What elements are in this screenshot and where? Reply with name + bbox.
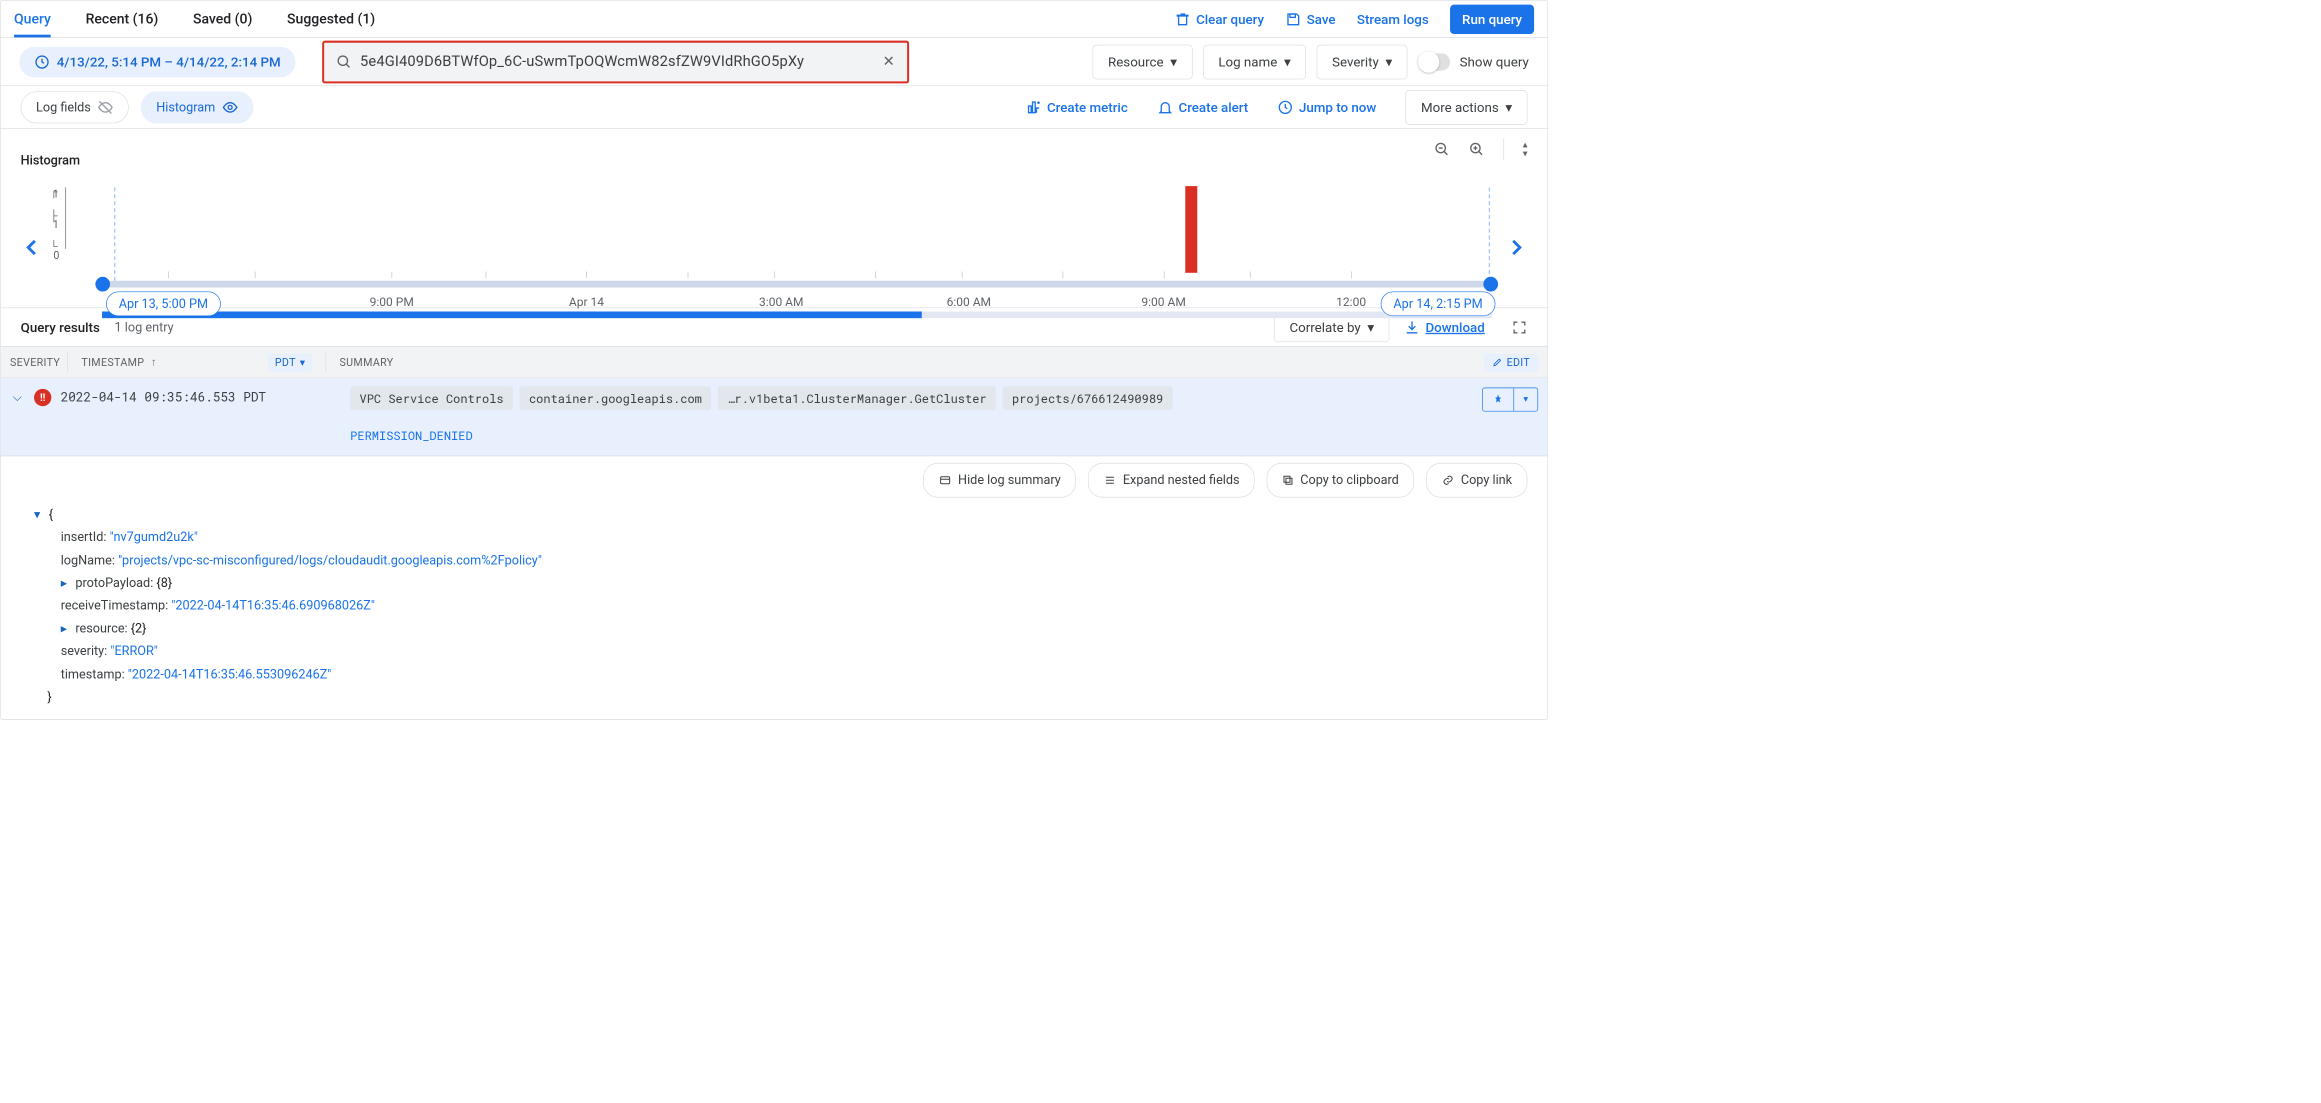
fullscreen-icon[interactable]: [1511, 319, 1527, 335]
download-button[interactable]: Download: [1404, 319, 1485, 335]
row-summary: VPC Service Controls container.googleapi…: [350, 386, 1473, 447]
time-range-chip[interactable]: 4/13/22, 5:14 PM – 4/14/22, 2:14 PM: [19, 46, 295, 77]
caret-down-icon[interactable]: ▾: [34, 503, 43, 526]
range-start-chip[interactable]: Apr 13, 5:00 PM: [106, 291, 221, 316]
chevron-down-icon: ▾: [1514, 388, 1537, 411]
log-fields-chip[interactable]: Log fields: [21, 91, 129, 123]
download-icon: [1404, 319, 1420, 335]
zoom-in-icon[interactable]: [1469, 141, 1485, 157]
tab-recent[interactable]: Recent (16): [86, 1, 159, 38]
query-bar: 4/13/22, 5:14 PM – 4/14/22, 2:14 PM ✕ Re…: [1, 38, 1548, 86]
clear-search-icon[interactable]: ✕: [875, 53, 903, 70]
log-row[interactable]: ⌵ !! 2022-04-14 09:35:46.553 PDT VPC Ser…: [1, 378, 1548, 456]
timezone-chip[interactable]: PDT ▾: [268, 353, 312, 371]
search-input[interactable]: [360, 53, 875, 70]
stream-logs-button[interactable]: Stream logs: [1357, 11, 1429, 27]
run-query-button[interactable]: Run query: [1450, 4, 1534, 33]
summary-chip[interactable]: container.googleapis.com: [520, 386, 712, 410]
query-tabs: Query Recent (16) Saved (0) Suggested (1…: [1, 1, 1548, 38]
entry-count: 1 log entry: [115, 319, 174, 334]
scroll-updown-icon[interactable]: ▴▾: [1523, 140, 1528, 159]
chevron-down-icon: ▾: [1170, 54, 1177, 70]
caret-right-icon[interactable]: ▸: [61, 617, 70, 640]
histogram-title: Histogram: [21, 152, 80, 167]
chevron-down-icon: ▾: [1505, 99, 1512, 115]
clear-query-button[interactable]: Clear query: [1175, 11, 1264, 27]
copy-icon: [1282, 474, 1294, 486]
jump-to-now-button[interactable]: Jump to now: [1278, 99, 1377, 115]
chevron-down-icon: ▾: [300, 356, 306, 369]
json-detail: Hide log summary Expand nested fields Co…: [1, 456, 1548, 719]
eye-icon: [222, 99, 238, 115]
summary-chip[interactable]: VPC Service Controls: [350, 386, 513, 410]
col-timestamp[interactable]: TIMESTAMP: [81, 356, 144, 369]
bell-icon: [1157, 99, 1173, 115]
histogram-section: Histogram ▴▾ ┌ 1 ├ 1 └ 0: [1, 129, 1548, 308]
permission-denied-label: PERMISSION_DENIED: [350, 424, 472, 448]
copy-clipboard-button[interactable]: Copy to clipboard: [1267, 463, 1414, 498]
create-metric-button[interactable]: Create metric: [1026, 99, 1128, 115]
clock-icon: [34, 54, 50, 70]
table-header: SEVERITY TIMESTAMP ↑ PDT ▾ SUMMARY EDIT: [1, 346, 1548, 378]
chevron-down-icon: ▾: [1386, 54, 1393, 70]
y-axis: ┌ 1 ├ 1 └ 0: [53, 187, 66, 280]
histogram-prev-icon[interactable]: [21, 236, 44, 259]
card-icon: [939, 474, 952, 486]
caret-right-icon[interactable]: ▸: [61, 571, 70, 594]
logname-filter[interactable]: Log name▾: [1203, 44, 1306, 79]
pin-button[interactable]: ▾: [1482, 388, 1538, 412]
summary-chip[interactable]: projects/676612490989: [1003, 386, 1173, 410]
clock-icon: [1278, 99, 1294, 115]
tab-suggested[interactable]: Suggested (1): [287, 1, 375, 38]
divider: [1503, 138, 1504, 161]
range-end-chip[interactable]: Apr 14, 2:15 PM: [1381, 291, 1496, 316]
chevron-down-icon: ▾: [1367, 319, 1374, 335]
show-query-toggle[interactable]: [1418, 53, 1450, 70]
pencil-icon: [1492, 357, 1503, 368]
tab-query[interactable]: Query: [14, 1, 51, 38]
time-rail[interactable]: [102, 281, 1491, 288]
expand-fields-button[interactable]: Expand nested fields: [1088, 463, 1255, 498]
edit-columns-button[interactable]: EDIT: [1484, 353, 1538, 371]
trash-icon: [1175, 11, 1191, 27]
more-actions-button[interactable]: More actions▾: [1406, 90, 1528, 125]
expand-icon: [1103, 474, 1116, 486]
search-icon: [336, 54, 352, 70]
col-severity: SEVERITY: [10, 356, 54, 369]
range-dash-end: [1489, 187, 1490, 280]
histogram-next-icon[interactable]: [1505, 236, 1528, 259]
copy-link-button[interactable]: Copy link: [1426, 463, 1527, 498]
view-toolbar: Log fields Histogram Create metric Creat…: [1, 86, 1548, 129]
histogram-chip[interactable]: Histogram: [141, 91, 253, 123]
sort-asc-icon[interactable]: ↑: [151, 356, 157, 369]
search-field-wrap: ✕: [322, 40, 909, 83]
rail-handle-start[interactable]: [95, 277, 110, 292]
show-query-label: Show query: [1460, 54, 1529, 70]
histogram-bar[interactable]: [1185, 186, 1197, 273]
save-button[interactable]: Save: [1285, 11, 1335, 27]
expand-arrow-icon[interactable]: ⌵: [10, 390, 25, 404]
resource-filter[interactable]: Resource▾: [1093, 44, 1193, 79]
row-timestamp: 2022-04-14 09:35:46.553 PDT: [61, 386, 341, 405]
create-alert-button[interactable]: Create alert: [1157, 99, 1248, 115]
histogram-chart[interactable]: ┌ 1 ├ 1 └ 0 9:00 PM Apr 14 3:00 AM 6:00 …: [53, 187, 1496, 307]
chevron-down-icon: ▾: [1284, 54, 1291, 70]
hide-summary-button[interactable]: Hide log summary: [923, 463, 1076, 498]
col-summary: SUMMARY: [340, 356, 394, 369]
summary-chip[interactable]: …r.v1beta1.ClusterManager.GetCluster: [718, 386, 996, 410]
severity-filter[interactable]: Severity▾: [1317, 44, 1408, 79]
zoom-out-icon[interactable]: [1434, 141, 1450, 157]
eye-off-icon: [98, 99, 114, 115]
pin-icon: [1492, 394, 1504, 406]
rail-handle-end[interactable]: [1483, 277, 1498, 292]
save-icon: [1285, 11, 1301, 27]
scrub-bar[interactable]: [102, 311, 1491, 318]
chart-plus-icon: [1026, 99, 1042, 115]
link-icon: [1441, 474, 1454, 486]
tab-saved[interactable]: Saved (0): [193, 1, 252, 38]
range-dash-start: [114, 187, 115, 280]
results-title: Query results: [21, 319, 100, 335]
severity-error-icon: !!: [34, 389, 51, 406]
